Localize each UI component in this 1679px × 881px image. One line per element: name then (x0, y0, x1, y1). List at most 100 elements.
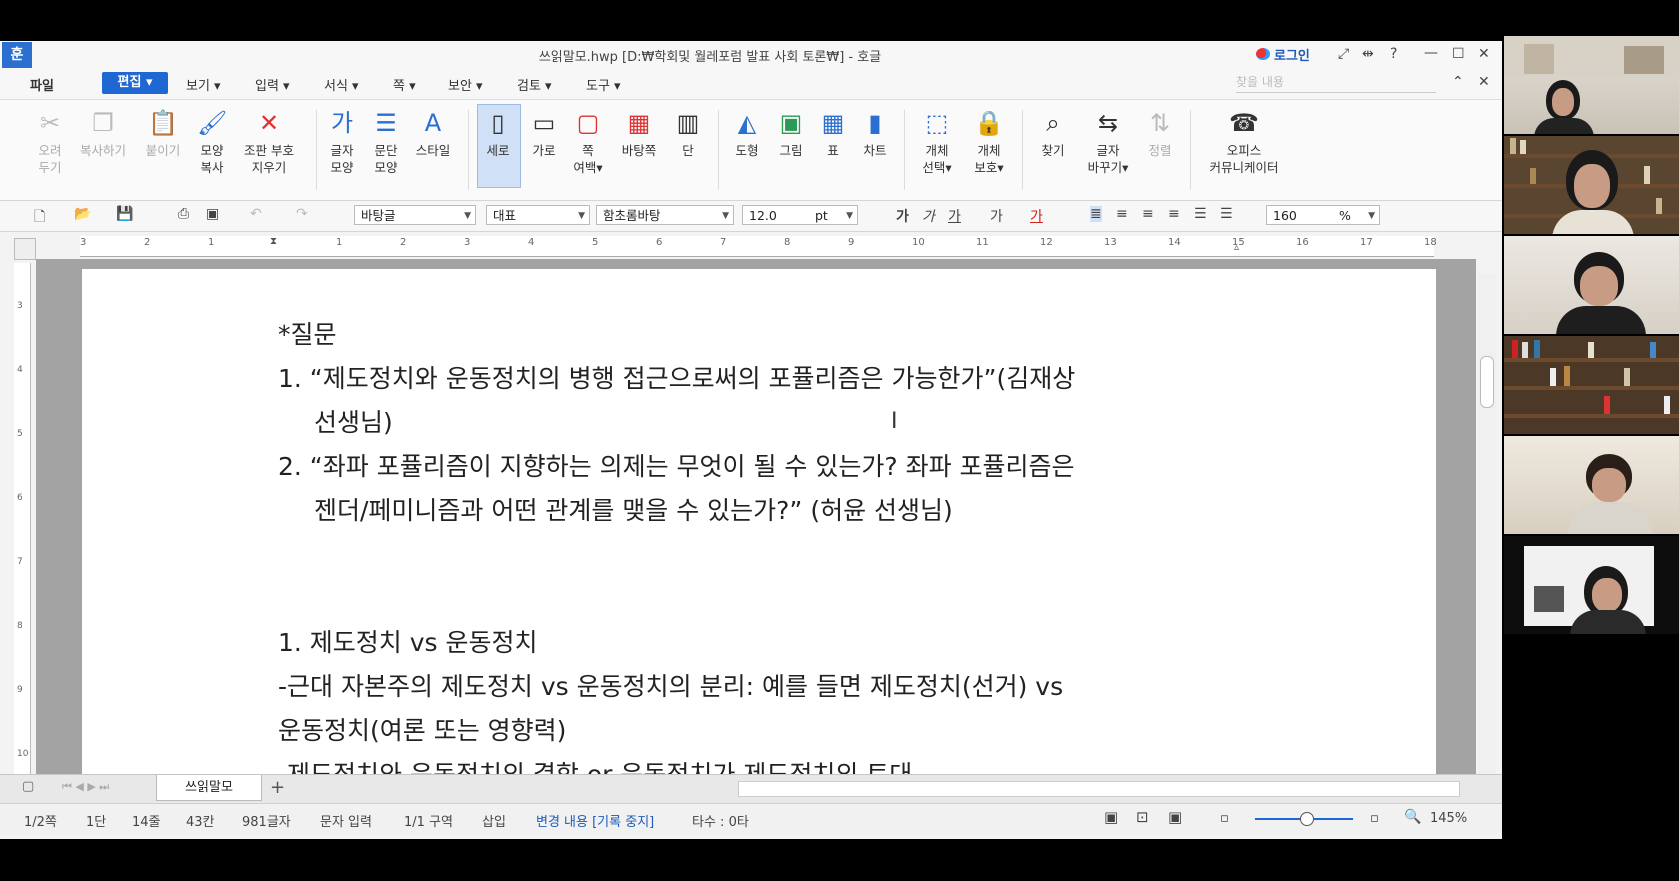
app-logo-icon[interactable]: 훈 (2, 42, 32, 68)
language-select[interactable]: 대표 ▼ (486, 205, 590, 225)
view-normal-icon[interactable]: ▣ (1104, 808, 1118, 826)
menu-edit[interactable]: 편집 ▾ (102, 72, 168, 94)
undo-icon[interactable]: ↶ (250, 206, 262, 222)
preview-icon[interactable]: ▣ (206, 206, 219, 222)
add-tab-button[interactable]: + (270, 777, 285, 798)
close-icon[interactable]: ✕ (1478, 46, 1490, 62)
status-track-changes[interactable]: 변경 내용 [기록 중지] (536, 811, 654, 830)
chart-button[interactable]: ▮ 차트 (854, 108, 896, 159)
document-page[interactable]: *질문 1. “제도정치와 운동정치의 병행 접근으로써의 포퓰리즘은 가능한가… (82, 269, 1436, 816)
office-communicator-button[interactable]: ☎ 오피스 커뮤니케이터 (1198, 108, 1290, 176)
zoom-out-icon[interactable]: ▫ (1220, 811, 1229, 826)
italic-icon[interactable]: 가 (922, 206, 935, 226)
page-margin-button[interactable]: ▢ 쪽 여백▾ (567, 108, 609, 176)
status-zoom[interactable]: 145% (1430, 811, 1467, 826)
status-mode[interactable]: 문자 입력 (320, 811, 372, 830)
menu-insert[interactable]: 입력 ▾ (255, 75, 290, 94)
save-icon[interactable]: 💾 (116, 206, 133, 222)
vertical-layout-button[interactable]: ▯ 세로 (477, 108, 519, 159)
participant-video-4[interactable] (1504, 336, 1679, 434)
background-page-button[interactable]: ▦ 바탕쪽 (614, 108, 664, 159)
align-center-icon[interactable]: ≡ (1142, 206, 1154, 222)
login-button[interactable]: 로그인 (1274, 45, 1310, 64)
find-button[interactable]: ⌕ 찾기 (1030, 108, 1076, 159)
sort-button[interactable]: ⇅ 정렬 (1140, 108, 1180, 159)
column-button[interactable]: ▥ 단 (668, 108, 708, 159)
magnifier-icon[interactable]: 🔍 (1404, 809, 1421, 825)
participant-video-5[interactable] (1504, 436, 1679, 534)
status-page[interactable]: 1/2쪽 (24, 811, 57, 830)
distribute-icon[interactable]: ☰ (1194, 206, 1207, 222)
shape-button[interactable]: ◭ 도형 (726, 108, 768, 159)
char-shape-button[interactable]: 가 글자 모양 (322, 108, 362, 176)
tab-nav-icon[interactable]: ⏮ ◀ ▶ ⏭ (62, 780, 109, 794)
style-button[interactable]: A 스타일 (410, 108, 456, 159)
erase-mark-button[interactable]: ✕ 조판 부호 지우기 (238, 108, 300, 176)
menu-tools[interactable]: 도구 ▾ (586, 75, 621, 94)
align-right-icon[interactable]: ≡ (1168, 206, 1180, 222)
vertical-scrollbar[interactable] (1478, 274, 1496, 814)
redo-icon[interactable]: ↷ (296, 206, 308, 222)
participant-video-1[interactable] (1504, 36, 1679, 134)
new-doc-icon[interactable]: 🗋 (34, 206, 45, 230)
table-button[interactable]: ▦ 표 (812, 108, 854, 159)
vertical-ruler[interactable]: 3 4 5 6 7 8 9 10 (14, 263, 31, 793)
view-fit-icon[interactable]: ⊡ (1136, 808, 1149, 826)
close-doc-icon[interactable]: ✕ (1478, 74, 1490, 90)
font-select[interactable]: 함초롬바탕 ▼ (596, 205, 734, 225)
protect-object-button[interactable]: 🔒 개체 보호▾ (966, 108, 1012, 176)
font-size-input[interactable]: 12.0 pt ▼ (742, 205, 858, 225)
font-color-icon[interactable]: 가 (1030, 206, 1043, 226)
paste-button[interactable]: 📋 붙이기 (140, 108, 186, 159)
tab-document[interactable]: 쓰읽말모 (156, 775, 262, 801)
zoom-in-icon[interactable]: ▫ (1370, 811, 1379, 826)
window-title: 쓰읽말모.hwp [D:₩학회및 월레포럼 발표 사회 토론₩] - 호글 (538, 50, 882, 65)
horizontal-layout-button[interactable]: ▭ 가로 (523, 108, 565, 159)
horizontal-ruler[interactable]: 3 2 1 1 2 3 4 5 6 7 8 9 10 11 12 13 14 1… (80, 236, 1437, 257)
menu-security[interactable]: 보안 ▾ (448, 75, 483, 94)
find-input[interactable]: 찾을 내용 (1236, 72, 1436, 93)
zoom-input[interactable]: 160 % ▼ (1266, 205, 1380, 225)
cut-button[interactable]: ✂ 오려 두기 (30, 108, 70, 176)
select-object-button[interactable]: ⬚ 개체 선택▾ (914, 108, 960, 176)
copy-button[interactable]: ❐ 복사하기 (74, 108, 132, 159)
participant-video-6[interactable] (1504, 536, 1679, 634)
collapse-ribbon-icon[interactable]: ⌃ (1452, 74, 1464, 90)
horizontal-scrollbar[interactable] (738, 781, 1460, 797)
shape-copy-button[interactable]: 🖌 모양 복사 (192, 108, 232, 176)
menu-view[interactable]: 보기 ▾ (186, 75, 221, 94)
replace-button[interactable]: ⇆ 글자 바꾸기▾ (1080, 108, 1136, 176)
bold-icon[interactable]: 가 (896, 206, 909, 226)
split-view-icon[interactable]: ⇹ (1362, 46, 1374, 62)
tab-list-icon[interactable]: ▢ (22, 779, 34, 794)
para-shape-button[interactable]: ☰ 문단 모양 (366, 108, 406, 176)
menu-file[interactable]: 파일 (30, 75, 54, 94)
style-select[interactable]: 바탕글 ▼ (354, 205, 476, 225)
participant-video-2[interactable] (1504, 136, 1679, 234)
right-indent-marker[interactable]: ▵ (1234, 242, 1239, 253)
maximize-icon[interactable]: ☐ (1452, 46, 1465, 62)
align-left-icon[interactable]: ≡ (1116, 206, 1128, 222)
menu-format[interactable]: 서식 ▾ (324, 75, 359, 94)
align-justify-icon[interactable]: ≣ (1090, 206, 1102, 222)
document-body[interactable]: *질문 1. “제도정치와 운동정치의 병행 접근으로써의 포퓰리즘은 가능한가… (278, 313, 1248, 797)
help-icon[interactable]: ? (1390, 46, 1397, 62)
picture-button[interactable]: ▣ 그림 (770, 108, 812, 159)
zoom-slider-knob[interactable] (1300, 812, 1314, 826)
view-page-icon[interactable]: ▣ (1168, 808, 1182, 826)
open-folder-icon[interactable]: 📂 (74, 206, 91, 222)
underline-icon[interactable]: 가 (948, 206, 961, 226)
menu-review[interactable]: 검토 ▾ (517, 75, 552, 94)
print-icon[interactable]: ⎙ (178, 206, 189, 222)
ruler-corner[interactable] (14, 238, 36, 260)
fullscreen-icon[interactable]: ⤢ (1338, 46, 1349, 62)
menu-page[interactable]: 쪽 ▾ (393, 75, 416, 94)
strike-icon[interactable]: 가 (990, 206, 1003, 226)
minimize-icon[interactable]: — (1424, 45, 1438, 61)
split-align-icon[interactable]: ☰ (1220, 206, 1233, 222)
status-insert[interactable]: 삽입 (482, 811, 506, 830)
participant-video-3[interactable] (1504, 236, 1679, 334)
left-indent-marker[interactable]: ⧗ (270, 236, 277, 247)
copy-icon: ❐ (92, 109, 114, 137)
scroll-thumb[interactable] (1480, 356, 1494, 408)
